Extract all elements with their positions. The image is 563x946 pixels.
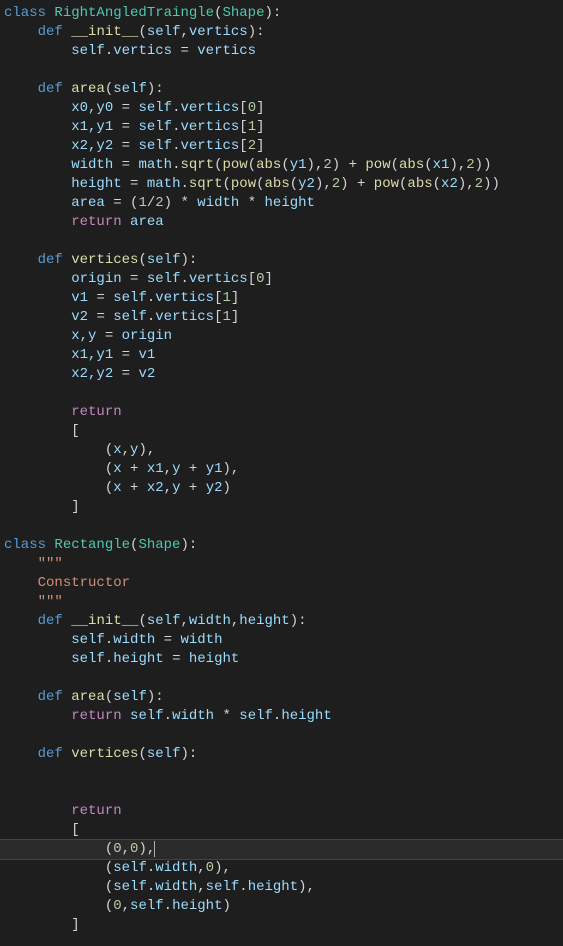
method-name: vertices: [71, 252, 138, 268]
code-line[interactable]: class Rectangle(Shape):: [0, 536, 563, 555]
code-line[interactable]: (x + x1,y + y1),: [0, 460, 563, 479]
code-line[interactable]: self.width = width: [0, 631, 563, 650]
code-line[interactable]: class RightAngledTraingle(Shape):: [0, 4, 563, 23]
code-line[interactable]: width = math.sqrt(pow(abs(y1),2) + pow(a…: [0, 156, 563, 175]
docstring-open: """: [38, 556, 63, 572]
keyword-return: return: [71, 214, 121, 230]
code-line[interactable]: def area(self):: [0, 80, 563, 99]
code-line[interactable]: return self.width * self.height: [0, 707, 563, 726]
code-line[interactable]: return: [0, 802, 563, 821]
code-line[interactable]: [0, 517, 563, 536]
keyword-def: def: [38, 24, 63, 40]
code-line[interactable]: height = math.sqrt(pow(abs(y2),2) + pow(…: [0, 175, 563, 194]
code-line[interactable]: x,y = origin: [0, 327, 563, 346]
code-line[interactable]: x1,y1 = self.vertics[1]: [0, 118, 563, 137]
code-line[interactable]: (self.width,0),: [0, 859, 563, 878]
code-line[interactable]: [0, 783, 563, 802]
code-line-cursor[interactable]: (0,0),: [0, 839, 563, 860]
code-line[interactable]: [: [0, 821, 563, 840]
code-line[interactable]: (x + x2,y + y2): [0, 479, 563, 498]
method-name: __init__: [71, 24, 138, 40]
docstring-text: Constructor: [38, 575, 130, 591]
code-line[interactable]: [0, 232, 563, 251]
class-name: Rectangle: [54, 537, 130, 553]
method-name: vertices: [71, 746, 138, 762]
method-name: area: [71, 689, 105, 705]
base-class: Shape: [222, 5, 264, 21]
code-line[interactable]: [: [0, 422, 563, 441]
code-line[interactable]: return area: [0, 213, 563, 232]
code-line[interactable]: [0, 384, 563, 403]
code-line[interactable]: ]: [0, 916, 563, 935]
code-line[interactable]: return: [0, 403, 563, 422]
code-line[interactable]: origin = self.vertics[0]: [0, 270, 563, 289]
code-line[interactable]: [0, 726, 563, 745]
code-line[interactable]: [0, 764, 563, 783]
code-line[interactable]: x2,y2 = v2: [0, 365, 563, 384]
code-line[interactable]: [0, 669, 563, 688]
code-line[interactable]: self.vertics = vertics: [0, 42, 563, 61]
keyword-class: class: [4, 5, 46, 21]
code-line[interactable]: def area(self):: [0, 688, 563, 707]
code-line[interactable]: [0, 61, 563, 80]
code-line[interactable]: v1 = self.vertics[1]: [0, 289, 563, 308]
class-name: RightAngledTraingle: [54, 5, 214, 21]
code-line[interactable]: x0,y0 = self.vertics[0]: [0, 99, 563, 118]
code-line[interactable]: ]: [0, 498, 563, 517]
code-line[interactable]: x1,y1 = v1: [0, 346, 563, 365]
code-line[interactable]: def vertices(self):: [0, 745, 563, 764]
code-line[interactable]: Constructor: [0, 574, 563, 593]
param: vertics: [189, 24, 248, 40]
code-line[interactable]: x2,y2 = self.vertics[2]: [0, 137, 563, 156]
code-line[interactable]: def __init__(self,vertics):: [0, 23, 563, 42]
code-line[interactable]: def __init__(self,width,height):: [0, 612, 563, 631]
code-line[interactable]: """: [0, 593, 563, 612]
docstring-close: """: [38, 594, 63, 610]
code-line[interactable]: """: [0, 555, 563, 574]
method-name: area: [71, 81, 105, 97]
code-line[interactable]: (self.width,self.height),: [0, 878, 563, 897]
code-line[interactable]: self.height = height: [0, 650, 563, 669]
code-line[interactable]: def vertices(self):: [0, 251, 563, 270]
code-line[interactable]: area = (1/2) * width * height: [0, 194, 563, 213]
code-line[interactable]: (x,y),: [0, 441, 563, 460]
code-line[interactable]: (0,self.height): [0, 897, 563, 916]
method-name: __init__: [71, 613, 138, 629]
code-line[interactable]: v2 = self.vertics[1]: [0, 308, 563, 327]
self-param: self: [147, 24, 181, 40]
